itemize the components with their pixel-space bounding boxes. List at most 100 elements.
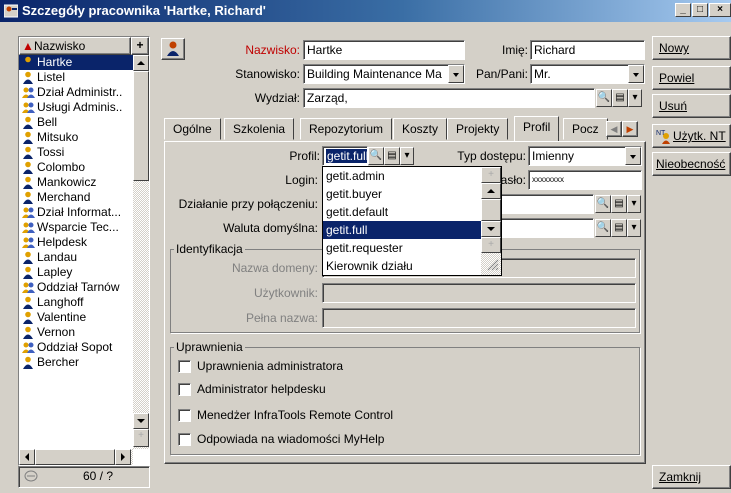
dropdown-option[interactable]: getit.buyer (323, 185, 481, 203)
profil-field[interactable]: getit.full (322, 146, 368, 166)
dropdown-add-icon[interactable]: + (481, 237, 501, 253)
nazwisko-field[interactable]: Hartke (303, 40, 465, 60)
list-item[interactable]: Valentine (19, 310, 133, 325)
list-item[interactable]: Landau (19, 250, 133, 265)
employee-photo-button[interactable] (161, 38, 185, 60)
close-icon[interactable]: × (709, 3, 731, 17)
scroll-left-icon[interactable] (19, 449, 35, 465)
list-item[interactable]: Bell (19, 115, 133, 130)
list-item[interactable]: Oddział Tarnów (19, 280, 133, 295)
checkbox-admin-helpdesku[interactable] (178, 383, 191, 396)
list-item[interactable]: Dział Administr.. (19, 85, 133, 100)
checkbox-menedzer-infratools[interactable] (178, 409, 191, 422)
list-item[interactable]: Wsparcie Tec... (19, 220, 133, 235)
stanowisko-select[interactable]: Building Maintenance Ma (303, 64, 465, 84)
tab-profil[interactable]: Profil (514, 116, 560, 141)
list-scroll-thumb[interactable] (133, 71, 149, 181)
profil-dropdown-list[interactable]: getit.admin getit.buyer getit.default getit… (322, 166, 502, 276)
search-icon[interactable]: 🔍 (596, 89, 612, 107)
panpani-select[interactable]: Mr. (530, 64, 645, 84)
chevron-down-icon[interactable] (628, 65, 644, 83)
search-icon[interactable]: 🔍 (368, 147, 384, 165)
scroll-down-icon[interactable] (481, 221, 501, 237)
list-add-column-button[interactable]: + (131, 37, 149, 55)
list-item[interactable]: Dział Informat... (19, 205, 133, 220)
list-header-nazwisko[interactable]: ▲ Nazwisko (19, 37, 131, 55)
chevron-down-icon[interactable] (625, 147, 641, 165)
checkbox-odpowiada-myhelp[interactable] (178, 433, 191, 446)
list-item[interactable]: Oddział Sopot (19, 340, 133, 355)
checkbox-label: Odpowiada na wiadomości MyHelp (197, 432, 385, 446)
tab-koszty[interactable]: Koszty (393, 118, 448, 140)
list-item[interactable]: Bercher (19, 355, 133, 370)
typ-dostepu-select[interactable]: Imienny (528, 146, 642, 166)
tab-ogolne[interactable]: Ogólne (164, 118, 221, 140)
dropdown-scroll-thumb[interactable] (481, 199, 501, 221)
dropdown-option[interactable]: Kierownik działu (323, 257, 481, 275)
list-item[interactable]: Merchand (19, 190, 133, 205)
window-title-bar[interactable]: Szczegóły pracownika 'Hartke, Richard' _… (0, 0, 731, 22)
list-item[interactable]: Tossi (19, 145, 133, 160)
list-hscroll-thumb[interactable] (35, 449, 115, 465)
list-vertical-scrollbar[interactable]: + (133, 55, 149, 449)
tab-scroll-right-icon[interactable]: ▶ (622, 121, 638, 137)
nieobecnosc-button[interactable]: Nieobecność (652, 152, 731, 176)
list-item[interactable]: Listel (19, 70, 133, 85)
search-icon[interactable]: 🔍 (595, 219, 611, 237)
list-item[interactable]: Helpdesk (19, 235, 133, 250)
haslo-field[interactable]: xxxxxxxx (528, 170, 642, 190)
usun-button[interactable]: Usuń (652, 94, 731, 118)
dropdown-option[interactable]: getit.admin (323, 167, 481, 185)
pelna-nazwa-field[interactable] (322, 308, 636, 328)
tab-pocz[interactable]: Pocz (563, 118, 608, 140)
tab-strip: Ogólne Szkolenia Repozytorium Koszty Pro… (164, 116, 640, 142)
dropdown-add-icon[interactable]: + (481, 167, 501, 183)
list-item[interactable]: Colombo (19, 160, 133, 175)
scroll-down-icon[interactable] (133, 413, 149, 429)
search-icon[interactable]: 🔍 (595, 195, 611, 213)
uzytkownik-label: Użytkownik: (253, 286, 318, 300)
scroll-right-icon[interactable] (115, 449, 131, 465)
chevron-down-icon[interactable]: ▾ (627, 219, 641, 237)
uzytkownik-field[interactable] (322, 283, 636, 303)
tab-scroll-left-icon[interactable]: ◀ (606, 121, 622, 137)
details-icon[interactable]: ▤ (611, 195, 627, 213)
list-item[interactable]: Hartke (19, 55, 133, 70)
imie-field[interactable]: Richard (530, 40, 645, 60)
details-icon[interactable]: ▤ (384, 147, 400, 165)
employee-list[interactable]: Hartke Listel Dział Administr.. Usługi Admi… (19, 55, 133, 449)
chevron-down-icon[interactable]: ▾ (400, 147, 414, 165)
scroll-up-icon[interactable] (133, 55, 149, 71)
dropdown-option[interactable]: getit.default (323, 203, 481, 221)
tab-szkolenia[interactable]: Szkolenia (224, 118, 295, 140)
wydzial-field[interactable]: Zarząd, (303, 88, 595, 108)
scroll-up-icon[interactable] (481, 183, 501, 199)
list-horizontal-scrollbar[interactable] (19, 449, 133, 465)
maximize-icon[interactable]: □ (692, 3, 708, 17)
chevron-down-icon[interactable]: ▾ (627, 195, 641, 213)
dropdown-option[interactable]: getit.full (323, 221, 481, 239)
chevron-down-icon[interactable] (448, 65, 464, 83)
checkbox-uprawnienia-admin[interactable] (178, 360, 191, 373)
list-item[interactable]: Usługi Adminis.. (19, 100, 133, 115)
tab-repozytorium[interactable]: Repozytorium (300, 118, 393, 140)
chevron-down-icon[interactable]: ▾ (628, 89, 642, 107)
resize-grip-icon[interactable] (485, 257, 499, 271)
list-item[interactable]: Lapley (19, 265, 133, 280)
tab-projekty[interactable]: Projekty (447, 118, 509, 140)
list-add-row-icon[interactable]: + (133, 429, 149, 447)
minimize-icon[interactable]: _ (675, 3, 691, 17)
powiel-button[interactable]: Powiel (652, 66, 731, 90)
details-icon[interactable]: ▤ (611, 219, 627, 237)
dropdown-option[interactable]: getit.requester (323, 239, 481, 257)
list-item[interactable]: Vernon (19, 325, 133, 340)
dropdown-scrollbar[interactable]: + + (481, 167, 501, 275)
details-icon[interactable]: ▤ (612, 89, 628, 107)
uzytk-nt-button[interactable]: NT Użytk. NT (652, 124, 731, 148)
person-icon (22, 191, 34, 204)
nowy-button[interactable]: Nowy (652, 36, 731, 60)
list-item[interactable]: Mitsuko (19, 130, 133, 145)
list-item[interactable]: Langhoff (19, 295, 133, 310)
list-item[interactable]: Mankowicz (19, 175, 133, 190)
zamknij-button[interactable]: Zamknij (652, 465, 731, 489)
